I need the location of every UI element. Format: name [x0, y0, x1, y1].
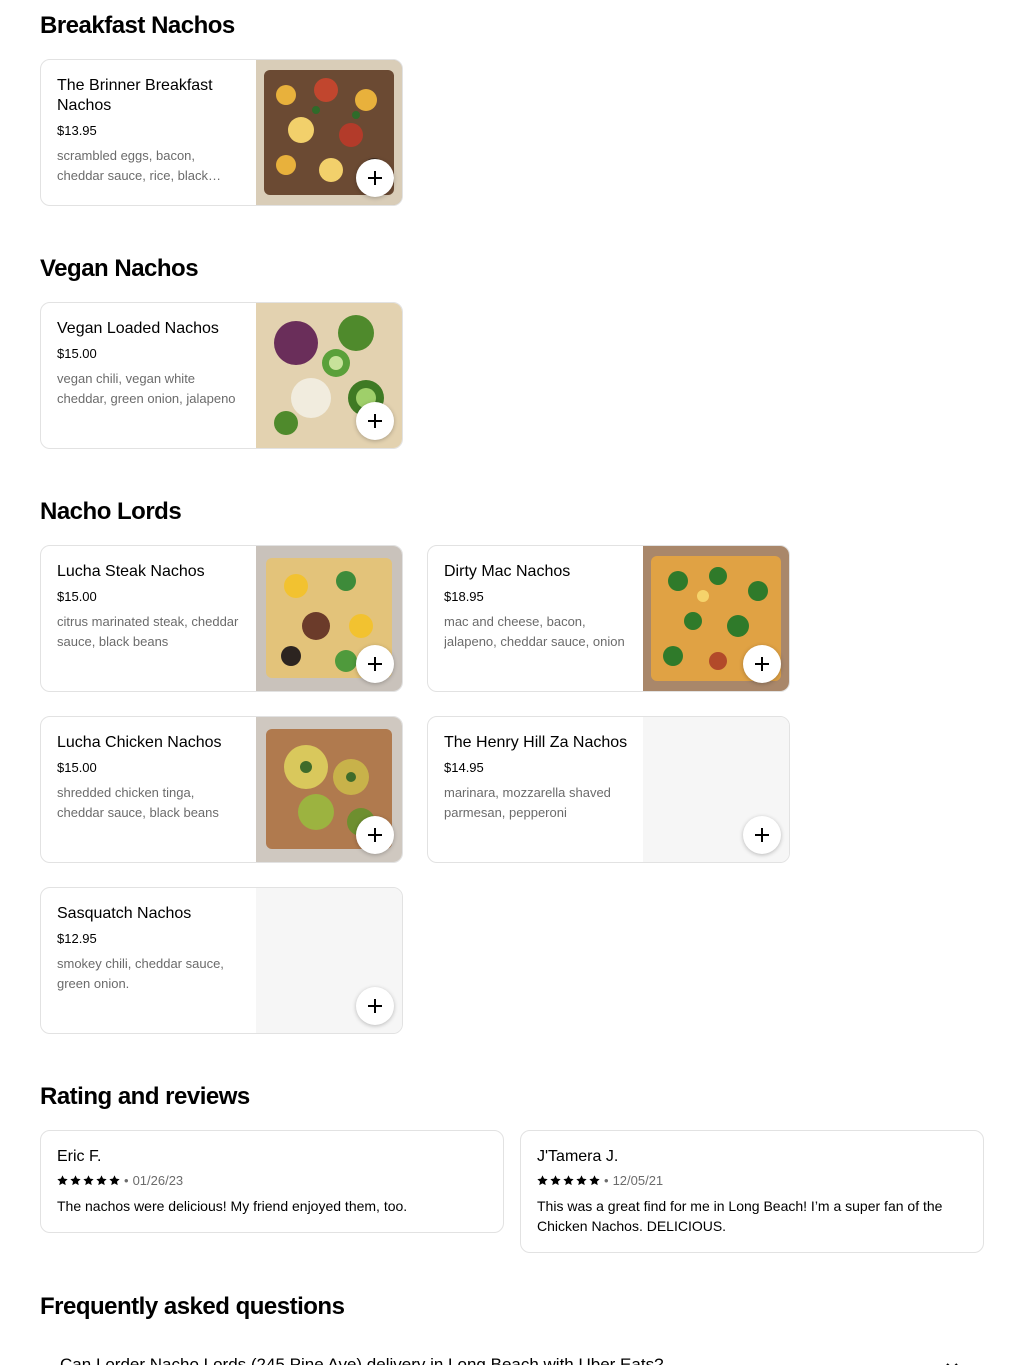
item-description: smokey chili, cheddar sauce, green onion… [57, 956, 224, 991]
item-name: Lucha Chicken Nachos [57, 734, 222, 751]
star-icon [70, 1175, 81, 1186]
faq-question[interactable]: Can I order Nacho Lords (245 Pine Ave) d… [60, 1355, 664, 1365]
star-icon [57, 1175, 68, 1186]
item-price: $15.00 [57, 346, 97, 361]
review-date: 12/05/21 [612, 1172, 664, 1188]
section-title-vegan-nachos: Vegan Nachos [40, 255, 199, 282]
review-text: This was a great find for me in Long Bea… [537, 1198, 943, 1234]
plus-icon [368, 171, 382, 185]
item-description: vegan chili, vegan white cheddar, green … [57, 371, 236, 406]
item-name: Dirty Mac Nachos [444, 563, 571, 580]
item-description: citrus marinated steak, cheddar sauce, b… [57, 614, 239, 649]
add-to-cart-button[interactable] [356, 402, 394, 440]
add-to-cart-button[interactable] [356, 987, 394, 1025]
item-name: Vegan Loaded Nachos [57, 320, 219, 337]
separator-dot: • [124, 1172, 129, 1188]
menu-item-card[interactable]: Lucha Chicken Nachos $15.00 shredded chi… [40, 716, 403, 863]
menu-item-card[interactable]: Lucha Steak Nachos $15.00 citrus marinat… [40, 545, 403, 692]
add-to-cart-button[interactable] [356, 645, 394, 683]
item-name: Sasquatch Nachos [57, 905, 192, 922]
item-price: $18.95 [444, 589, 484, 604]
item-price: $13.95 [57, 123, 97, 138]
menu-item-card[interactable]: Vegan Loaded Nachos $15.00 vegan chili, … [40, 302, 403, 449]
star-icon [537, 1175, 548, 1186]
item-price: $15.00 [57, 760, 97, 775]
plus-icon [368, 828, 382, 842]
menu-item-card[interactable]: The Brinner Breakfast Nachos $13.95 scra… [40, 59, 403, 206]
section-title-rating-and-reviews: Rating and reviews [40, 1083, 250, 1110]
item-price: $12.95 [57, 931, 97, 946]
plus-icon [755, 828, 769, 842]
review-card: Eric F. • 01/26/23 The nachos were delic… [40, 1130, 504, 1233]
star-icon [96, 1175, 107, 1186]
star-icon [83, 1175, 94, 1186]
star-icon [589, 1175, 600, 1186]
review-date: 01/26/23 [132, 1172, 184, 1188]
section-title-breakfast-nachos: Breakfast Nachos [40, 12, 235, 39]
section-title-nacho-lords: Nacho Lords [40, 498, 182, 525]
star-rating [57, 1175, 120, 1186]
item-description: marinara, mozzarella shaved parmesan, pe… [444, 785, 611, 820]
item-price: $15.00 [57, 589, 97, 604]
item-name: The Henry Hill Za Nachos [444, 734, 628, 751]
item-description: mac and cheese, bacon, jalapeno, cheddar… [444, 614, 625, 649]
review-text: The nachos were delicious! My friend enj… [57, 1198, 408, 1214]
star-icon [563, 1175, 574, 1186]
star-rating [537, 1175, 600, 1186]
menu-item-card[interactable]: Sasquatch Nachos $12.95 smokey chili, ch… [40, 887, 403, 1034]
section-title-faq: Frequently asked questions [40, 1293, 345, 1320]
plus-icon [755, 657, 769, 671]
add-to-cart-button[interactable] [743, 816, 781, 854]
plus-icon [368, 657, 382, 671]
plus-icon [368, 414, 382, 428]
item-description: scrambled eggs, bacon, cheddar sauce, ri… [57, 148, 209, 183]
review-author: J'Tamera J. [537, 1148, 619, 1165]
item-price: $14.95 [444, 760, 484, 775]
item-name: Lucha Steak Nachos [57, 563, 205, 580]
item-name: The Brinner Breakfast Nachos [57, 77, 213, 114]
plus-icon [368, 999, 382, 1013]
add-to-cart-button[interactable] [356, 816, 394, 854]
star-icon [109, 1175, 120, 1186]
star-icon [550, 1175, 561, 1186]
separator-dot: • [604, 1172, 609, 1188]
star-icon [576, 1175, 587, 1186]
menu-item-card[interactable]: The Henry Hill Za Nachos $14.95 marinara… [427, 716, 790, 863]
menu-item-card[interactable]: Dirty Mac Nachos $18.95 mac and cheese, … [427, 545, 790, 692]
review-author: Eric F. [57, 1148, 102, 1165]
item-description: shredded chicken tinga, cheddar sauce, b… [57, 785, 219, 820]
add-to-cart-button[interactable] [743, 645, 781, 683]
review-card: J'Tamera J. • 12/05/21 This was a great … [520, 1130, 984, 1253]
chevron-down-icon[interactable] [944, 1358, 960, 1365]
add-to-cart-button[interactable] [356, 159, 394, 197]
